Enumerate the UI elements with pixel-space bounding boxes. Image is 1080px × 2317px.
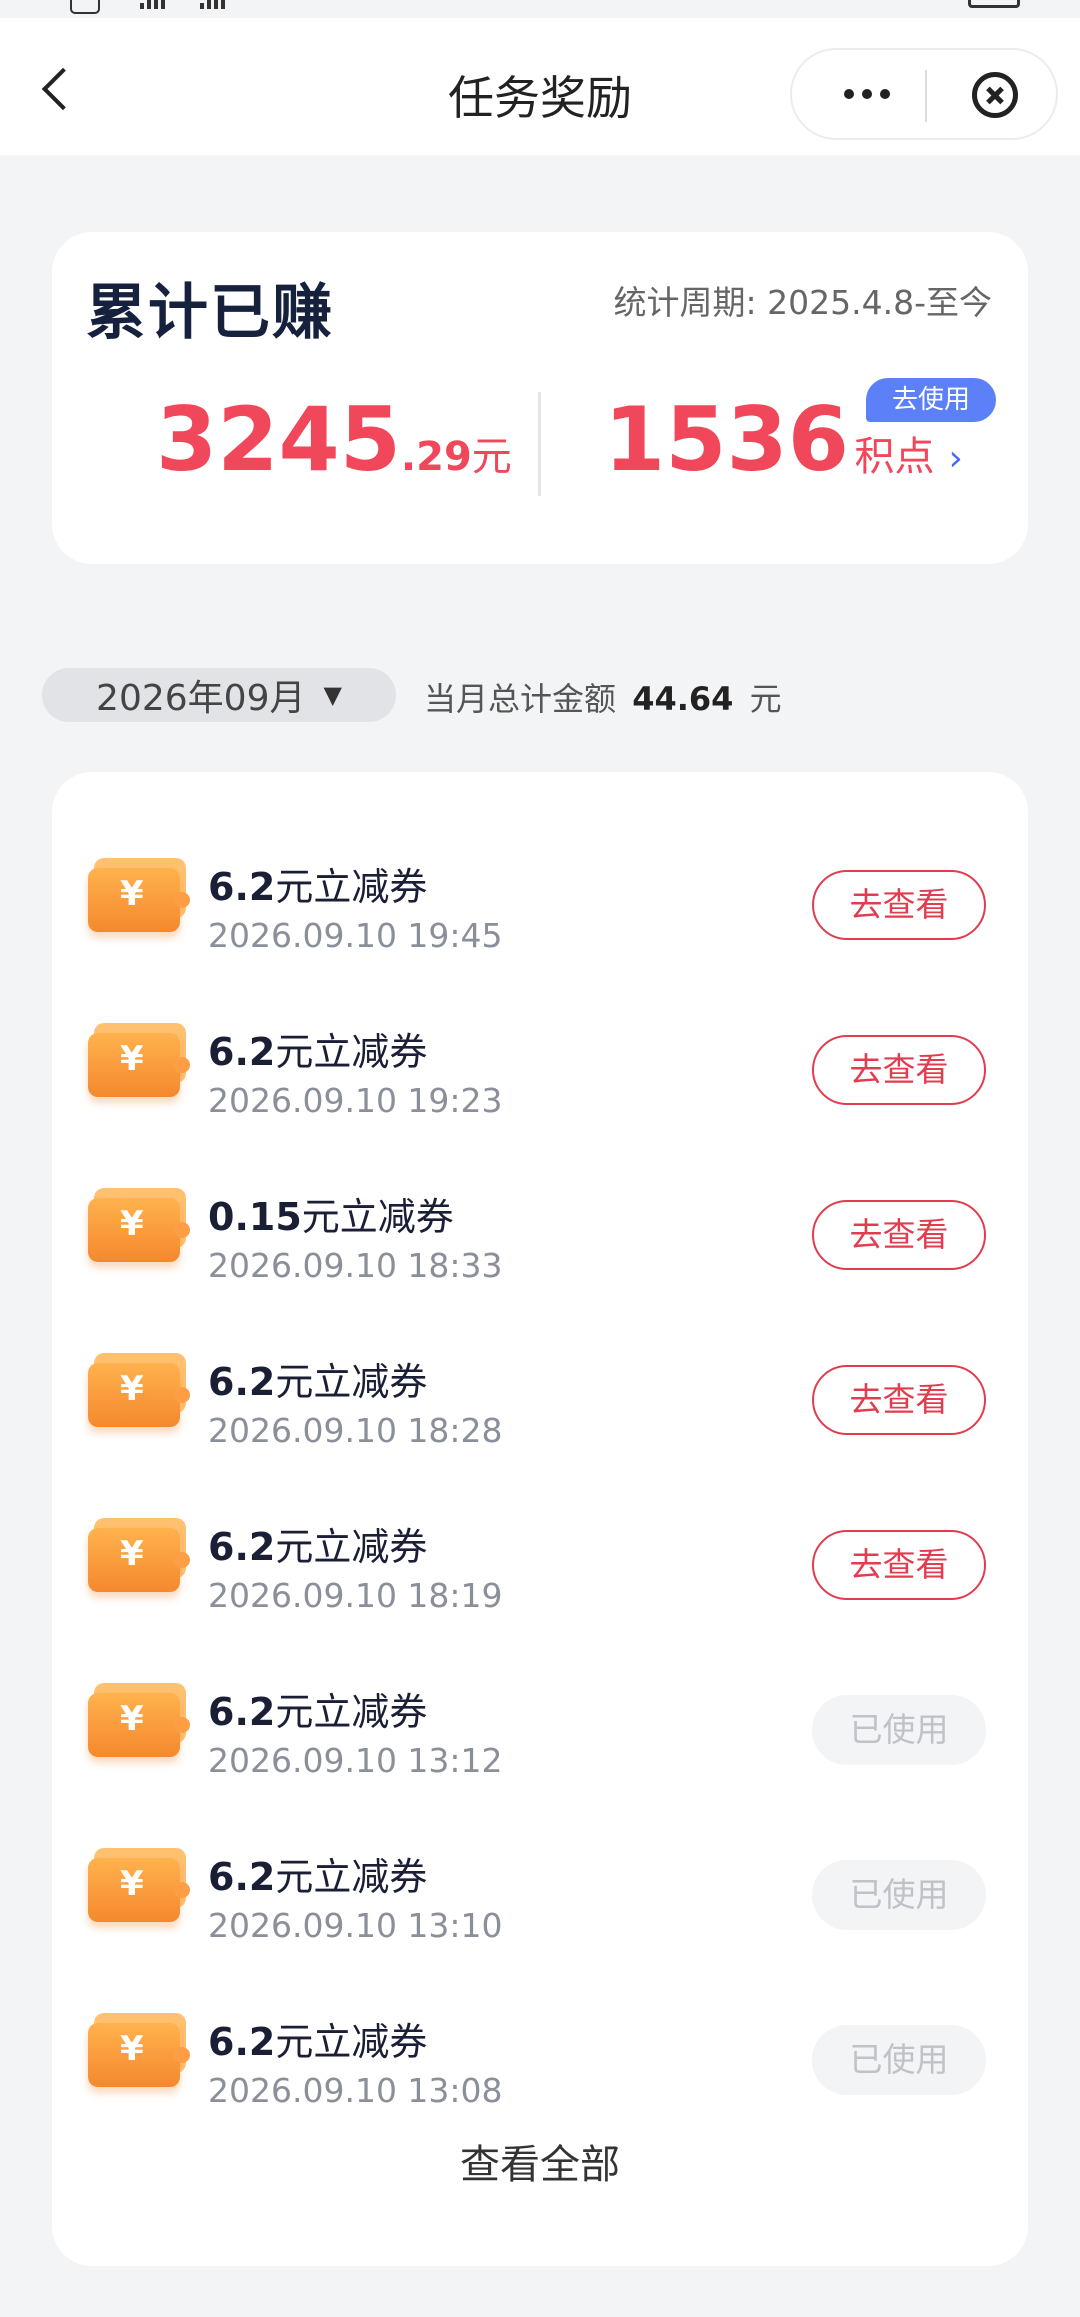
dropdown-triangle-icon: ▼ bbox=[323, 681, 342, 709]
earnings-summary-card: 累计已赚 统计周期: 2025.4.8-至今 3245.29元 1536 积点 ›… bbox=[52, 232, 1028, 564]
points-value: 1536 bbox=[604, 388, 849, 491]
reward-list: ¥ 6.2元立减券 2026.09.10 19:45 去查看 ¥ 6.2元立减券… bbox=[52, 772, 1028, 2266]
points-unit: 积点 bbox=[854, 434, 935, 480]
view-button[interactable]: 去查看 bbox=[812, 1035, 986, 1105]
view-button[interactable]: 去查看 bbox=[812, 1200, 986, 1270]
signal-icon bbox=[140, 0, 168, 9]
reward-title: 6.2元立减券 bbox=[208, 1690, 428, 1734]
reward-time: 2026.09.10 18:28 bbox=[208, 1411, 503, 1450]
reward-time: 2026.09.10 13:12 bbox=[208, 1741, 503, 1780]
used-status-button: 已使用 bbox=[812, 1860, 986, 1930]
coupon-ticket-icon: ¥ bbox=[88, 1846, 190, 1926]
signal-icon bbox=[200, 0, 228, 9]
mini-program-capsule bbox=[790, 48, 1058, 140]
reward-time: 2026.09.10 19:45 bbox=[208, 916, 503, 955]
view-button[interactable]: 去查看 bbox=[812, 1365, 986, 1435]
capsule-divider bbox=[925, 70, 927, 122]
more-dots-icon[interactable] bbox=[812, 50, 922, 138]
reward-time: 2026.09.10 13:08 bbox=[208, 2071, 503, 2110]
money-decimal: .29 bbox=[400, 434, 472, 480]
coupon-ticket-icon: ¥ bbox=[88, 856, 190, 936]
reward-title: 6.2元立减券 bbox=[208, 1525, 428, 1569]
reward-time: 2026.09.10 18:33 bbox=[208, 1246, 503, 1285]
use-points-badge[interactable]: 去使用 bbox=[866, 378, 996, 422]
reward-title: 0.15元立减券 bbox=[208, 1195, 454, 1239]
list-item: ¥ 6.2元立减券 2026.09.10 19:23 去查看 bbox=[52, 977, 1028, 1142]
coupon-ticket-icon: ¥ bbox=[88, 1516, 190, 1596]
list-item: ¥ 6.2元立减券 2026.09.10 13:10 已使用 bbox=[52, 1802, 1028, 1967]
coupon-ticket-icon: ¥ bbox=[88, 1186, 190, 1266]
month-selector[interactable]: 2026年09月 ▼ bbox=[42, 668, 396, 722]
hd-icon bbox=[70, 0, 100, 14]
month-label: 2026年09月 bbox=[96, 678, 306, 719]
battery-icon bbox=[968, 0, 1020, 8]
reward-time: 2026.09.10 13:10 bbox=[208, 1906, 503, 1945]
month-total-label: 当月总计金额 bbox=[424, 680, 617, 718]
list-item: ¥ 6.2元立减券 2026.09.10 19:45 去查看 bbox=[52, 812, 1028, 977]
coupon-ticket-icon: ¥ bbox=[88, 1021, 190, 1101]
used-status-button: 已使用 bbox=[812, 2025, 986, 2095]
view-button[interactable]: 去查看 bbox=[812, 870, 986, 940]
coupon-ticket-icon: ¥ bbox=[88, 2011, 190, 2091]
money-integer: 3245 bbox=[156, 388, 401, 491]
reward-time: 2026.09.10 18:19 bbox=[208, 1576, 503, 1615]
summary-title: 累计已赚 bbox=[85, 264, 334, 351]
view-all-link[interactable]: 查看全部 bbox=[52, 2132, 1028, 2190]
reward-title: 6.2元立减券 bbox=[208, 865, 428, 909]
reward-title: 6.2元立减券 bbox=[208, 1030, 428, 1074]
month-total-unit: 元 bbox=[749, 680, 782, 718]
total-money: 3245.29元 bbox=[156, 388, 512, 491]
list-item: ¥ 6.2元立减券 2026.09.10 18:19 去查看 bbox=[52, 1472, 1028, 1637]
close-circle-icon[interactable] bbox=[972, 72, 1018, 118]
summary-title-text: 累计已赚 bbox=[86, 278, 334, 348]
list-item: ¥ 6.2元立减券 2026.09.10 18:28 去查看 bbox=[52, 1307, 1028, 1472]
summary-divider bbox=[538, 392, 541, 496]
money-unit: 元 bbox=[471, 434, 512, 480]
coupon-ticket-icon: ¥ bbox=[88, 1681, 190, 1761]
used-status-button: 已使用 bbox=[812, 1695, 986, 1765]
coupon-ticket-icon: ¥ bbox=[88, 1351, 190, 1431]
status-bar bbox=[0, 0, 1080, 18]
month-total: 当月总计金额 44.64 元 bbox=[424, 674, 782, 720]
list-item: ¥ 0.15元立减券 2026.09.10 18:33 去查看 bbox=[52, 1142, 1028, 1307]
nav-header: 任务奖励 bbox=[0, 18, 1080, 155]
list-item: ¥ 6.2元立减券 2026.09.10 13:12 已使用 bbox=[52, 1637, 1028, 1802]
reward-title: 6.2元立减券 bbox=[208, 1360, 428, 1404]
reward-title: 6.2元立减券 bbox=[208, 2020, 428, 2064]
reward-time: 2026.09.10 19:23 bbox=[208, 1081, 503, 1120]
stat-period: 统计周期: 2025.4.8-至今 bbox=[613, 283, 992, 322]
month-total-value: 44.64 bbox=[632, 680, 734, 718]
view-button[interactable]: 去查看 bbox=[812, 1530, 986, 1600]
list-item: ¥ 6.2元立减券 2026.09.10 13:08 已使用 bbox=[52, 1967, 1028, 2132]
reward-title: 6.2元立减券 bbox=[208, 1855, 428, 1899]
chevron-right-icon: › bbox=[948, 438, 963, 479]
